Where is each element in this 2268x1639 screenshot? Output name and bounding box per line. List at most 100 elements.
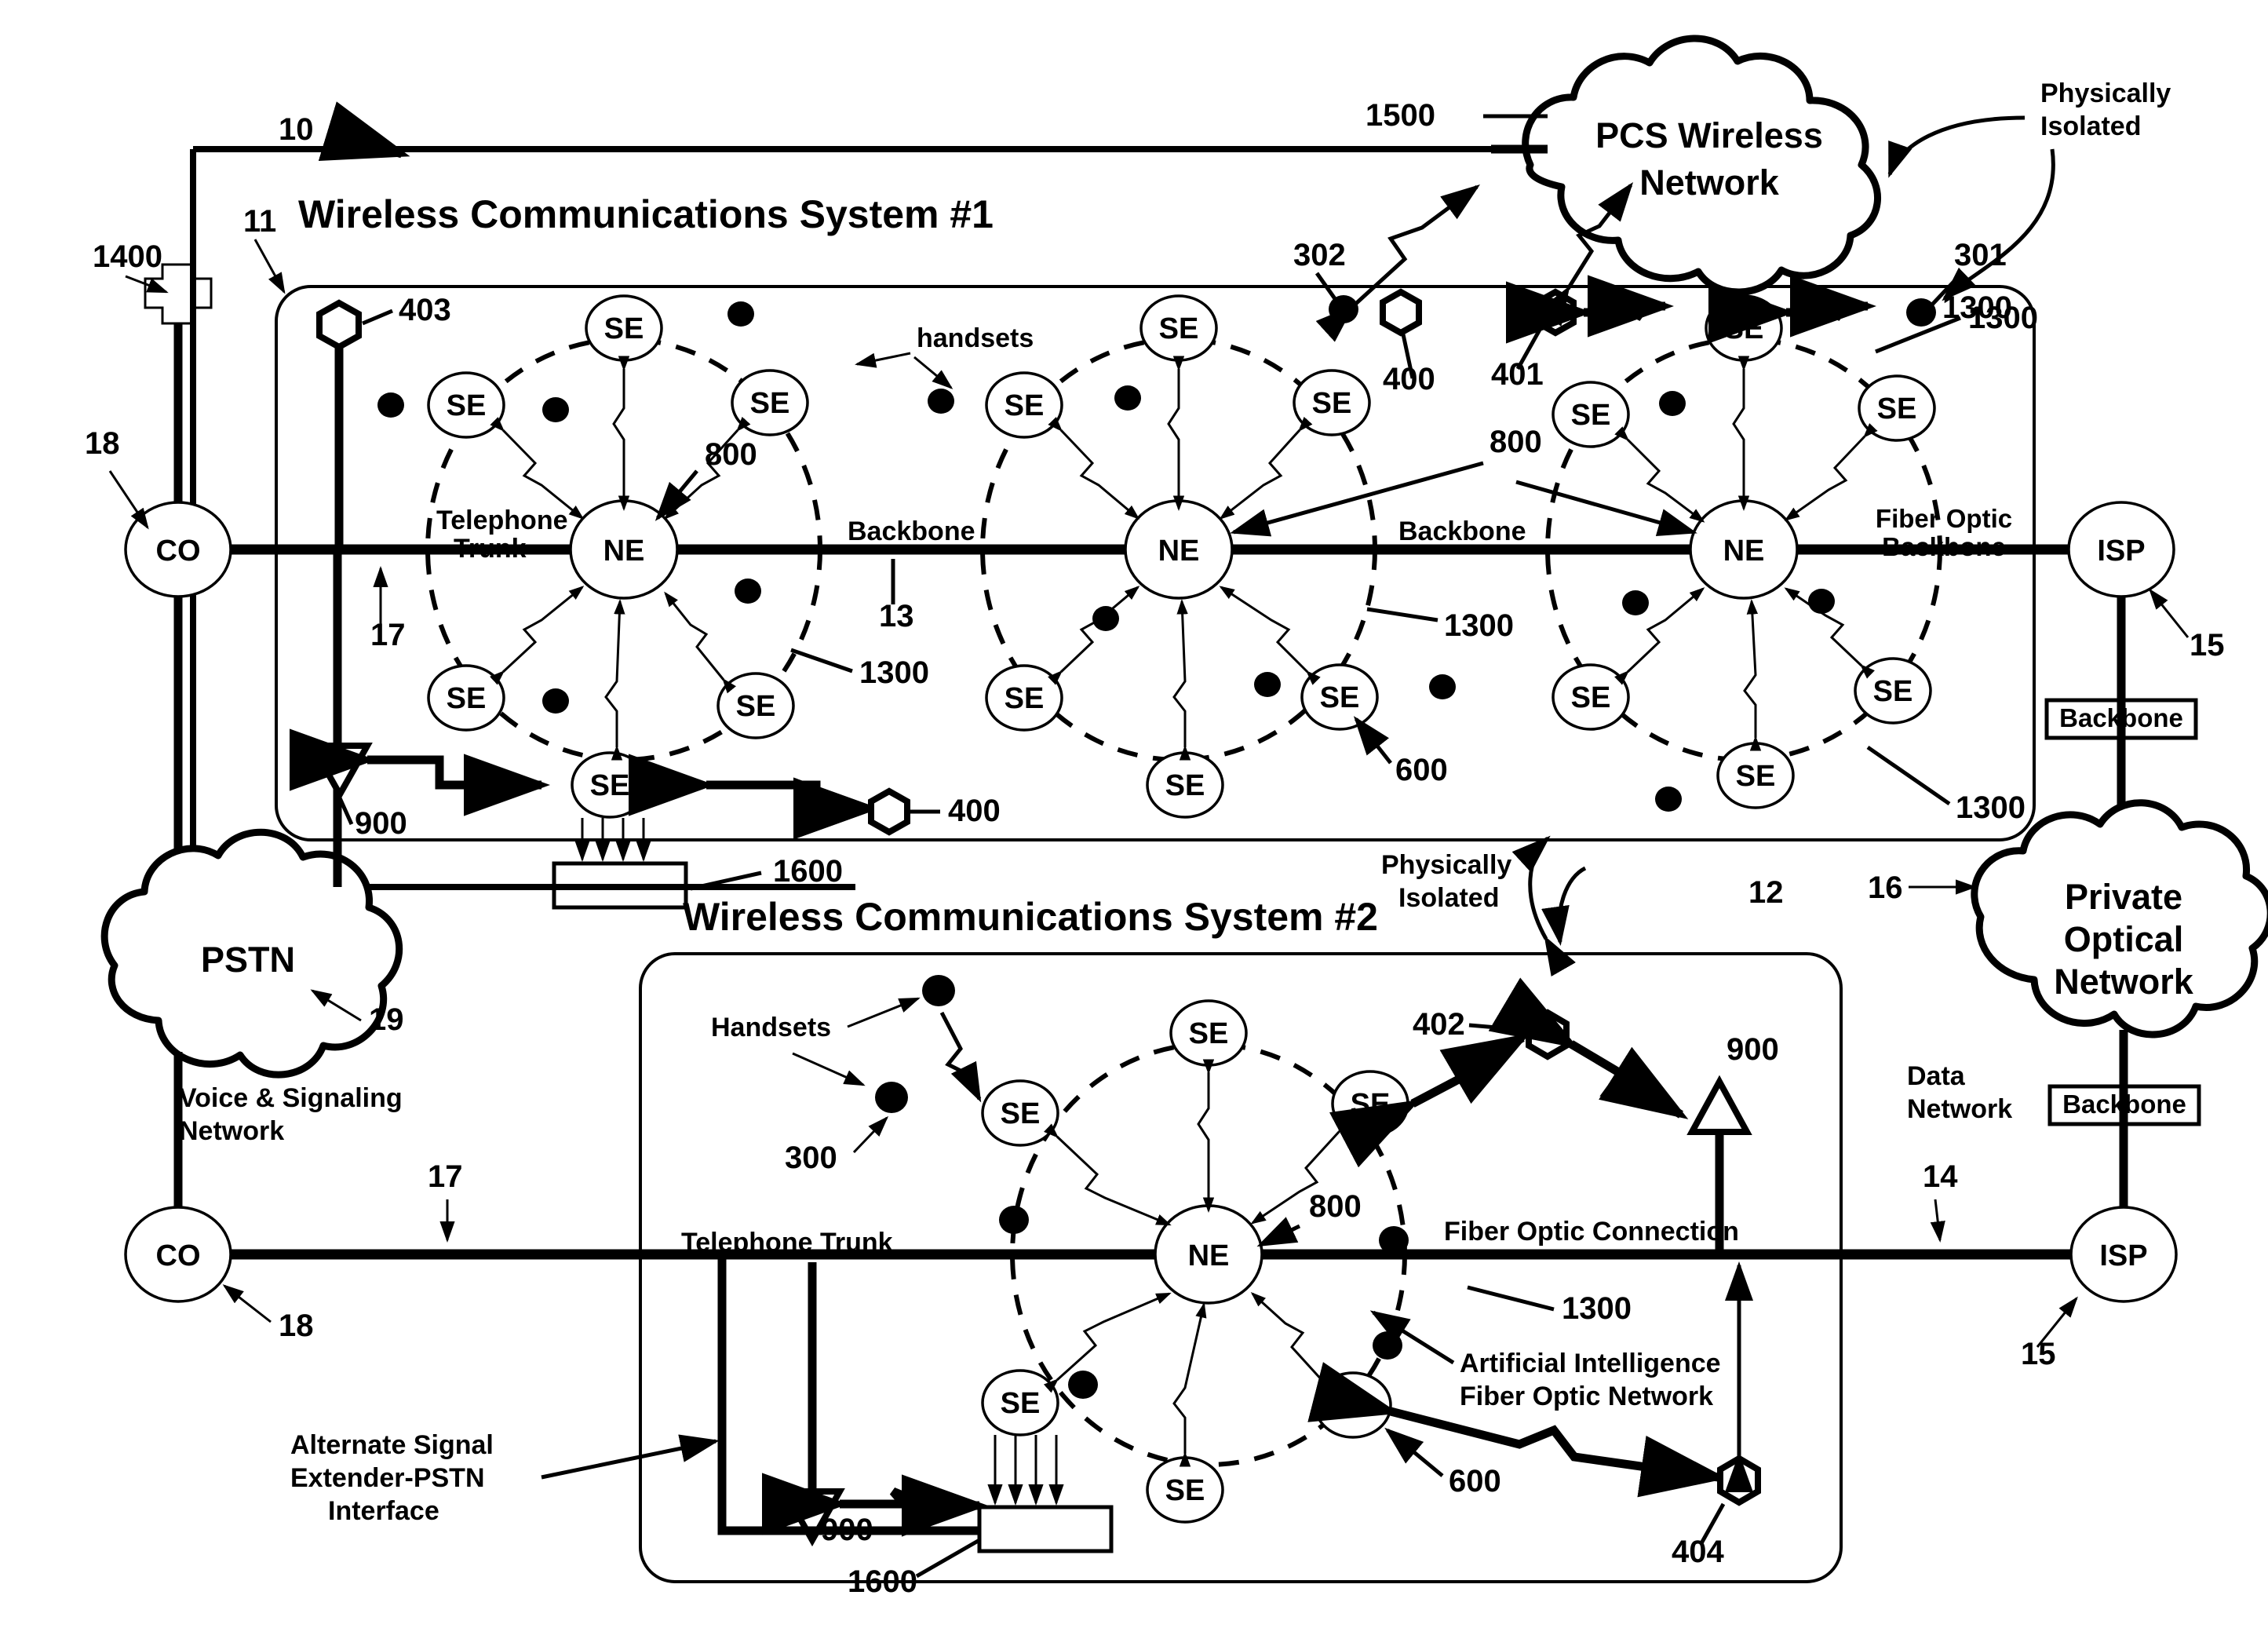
se-node: SE — [1293, 369, 1371, 436]
physically-isolated-top: Physically Isolated — [1887, 78, 2171, 301]
svg-text:Isolated: Isolated — [2040, 111, 2141, 141]
svg-text:SE: SE — [1159, 312, 1199, 345]
ref-800-b: 800 — [1490, 425, 1542, 459]
ref-11: 11 — [243, 204, 286, 294]
se-node: SE — [585, 294, 663, 362]
se-to-400-link — [629, 754, 880, 840]
handset-dot-sys2-a — [922, 975, 955, 1006]
svg-text:Physically: Physically — [1381, 850, 1511, 880]
ref-14: 14 — [1923, 1159, 1958, 1243]
ref-1300-sys2: 1300 — [1467, 1285, 1632, 1326]
co-label-bottom: CO — [156, 1239, 201, 1272]
isp-top: ISP — [2067, 501, 2175, 598]
link-402-900 — [1488, 977, 1689, 1119]
se-node: SE — [1552, 381, 1630, 448]
svg-text:13: 13 — [879, 599, 914, 633]
data-network-label-1: Data — [1907, 1061, 1966, 1091]
patent-figure: 10 Wireless Communications System #1 11 … — [0, 0, 2268, 1639]
handset-dot — [1659, 391, 1686, 416]
svg-text:15: 15 — [2021, 1337, 2056, 1371]
triangle-900-sys1: 900 — [290, 728, 550, 841]
handset-dot — [735, 579, 761, 604]
svg-text:SE: SE — [447, 389, 487, 422]
ref-15-bottom: 15 — [2021, 1296, 2078, 1371]
private-optical-network-cloud: Private Optical Network — [1971, 799, 2268, 1039]
backbone-box-label-bottom: Backbone — [2062, 1090, 2186, 1119]
svg-text:1600: 1600 — [848, 1564, 917, 1599]
ref-600-sys2: 600 — [1384, 1427, 1501, 1498]
se-node: SE — [1716, 742, 1795, 809]
backbone-box-bottom: Backbone — [2047, 1084, 2201, 1126]
hexagon-400-lower: 400 — [868, 787, 1001, 836]
se-node: SE — [731, 369, 809, 436]
se-node: SE — [985, 664, 1063, 732]
physically-isolated-middle: Physically Isolated — [1381, 835, 1587, 977]
svg-text:SE: SE — [1165, 1474, 1205, 1507]
se-node: SE — [1858, 374, 1936, 442]
ref-1300-b: 1300 — [1444, 608, 1514, 643]
svg-text:SE: SE — [750, 387, 790, 420]
svg-text:403: 403 — [399, 293, 451, 327]
backbone-label-1: Backbone — [848, 517, 975, 546]
backbone-box-top: Backbone — [2044, 698, 2198, 740]
isp-label-top: ISP — [2097, 535, 2145, 568]
svg-text:300: 300 — [785, 1141, 837, 1175]
svg-text:1400: 1400 — [93, 239, 162, 274]
telephone-trunk-label-1: Telephone — [436, 506, 568, 535]
se-node: SE — [985, 371, 1063, 439]
svg-text:11: 11 — [243, 204, 276, 239]
svg-text:SE: SE — [1189, 1017, 1229, 1050]
system2-title: Wireless Communications System #2 — [683, 895, 1378, 939]
svg-text:600: 600 — [1449, 1464, 1501, 1498]
unit-1600-sys2: 1600 — [848, 1435, 1114, 1599]
ref-12: 12 — [1748, 875, 1784, 910]
handset-dot — [377, 392, 404, 418]
svg-text:SE: SE — [1001, 1387, 1041, 1420]
fiber-optic-backbone-1: Fiber Optic — [1876, 504, 2012, 533]
svg-text:Handsets: Handsets — [711, 1013, 831, 1042]
fiber-optic-connection-label: Fiber Optic Connection — [1444, 1217, 1739, 1247]
svg-text:Interface: Interface — [328, 1496, 439, 1526]
ref-13: 13 — [879, 559, 914, 633]
ref-800-a: 800 — [705, 437, 757, 472]
handset-dot — [1808, 589, 1835, 614]
ref-600-b: 600 — [1395, 753, 1448, 787]
ref-302: 302 — [1293, 238, 1358, 323]
handset-dot — [1068, 1371, 1098, 1399]
se-node: SE — [1854, 657, 1932, 725]
hexagon-402: 402 — [1413, 1007, 1570, 1060]
pcs-cloud-line1: PCS Wireless — [1595, 115, 1823, 155]
handset-dot — [727, 301, 754, 327]
svg-text:SE: SE — [1571, 681, 1611, 714]
handset-dot — [542, 688, 569, 714]
hexagon-401: 401 — [1491, 288, 1577, 392]
ref-1300-301: 1300 — [1942, 290, 2012, 325]
alternate-interface-callout: Alternate Signal Extender-PSTN Interface — [290, 1430, 720, 1526]
backbone-box-label-top: Backbone — [2059, 703, 2183, 732]
svg-text:404: 404 — [1672, 1535, 1724, 1569]
central-office-bottom: CO — [124, 1206, 232, 1303]
handset-link-sys2 — [939, 1011, 982, 1103]
voice-signaling-label-2: Network — [179, 1116, 284, 1146]
handset-dot — [1092, 606, 1119, 631]
se-node: SE — [1552, 663, 1630, 731]
private-cloud-line3: Network — [2054, 962, 2194, 1002]
svg-text:SE: SE — [1877, 392, 1917, 425]
svg-text:402: 402 — [1413, 1007, 1465, 1042]
se-node: SE — [1300, 663, 1379, 731]
pcs-wireless-network-cloud: PCS Wireless Network — [1522, 35, 1881, 296]
svg-text:401: 401 — [1491, 357, 1544, 392]
handset-dot-301 — [1906, 298, 1936, 327]
isp-bottom: ISP — [2069, 1206, 2178, 1303]
svg-text:SE: SE — [1001, 1097, 1041, 1130]
svg-text:SE: SE — [1005, 389, 1045, 422]
link-401-to-se — [1506, 275, 1674, 344]
svg-text:301: 301 — [1954, 238, 2007, 272]
svg-text:18: 18 — [85, 426, 120, 461]
private-cloud-line2: Optical — [2064, 919, 2184, 959]
svg-text:400: 400 — [948, 794, 1001, 828]
svg-text:900: 900 — [1727, 1032, 1779, 1067]
svg-text:SE: SE — [1571, 399, 1611, 432]
telephone-trunk-label-2: Trunk — [454, 534, 527, 564]
ref-300: 300 — [785, 1115, 889, 1175]
